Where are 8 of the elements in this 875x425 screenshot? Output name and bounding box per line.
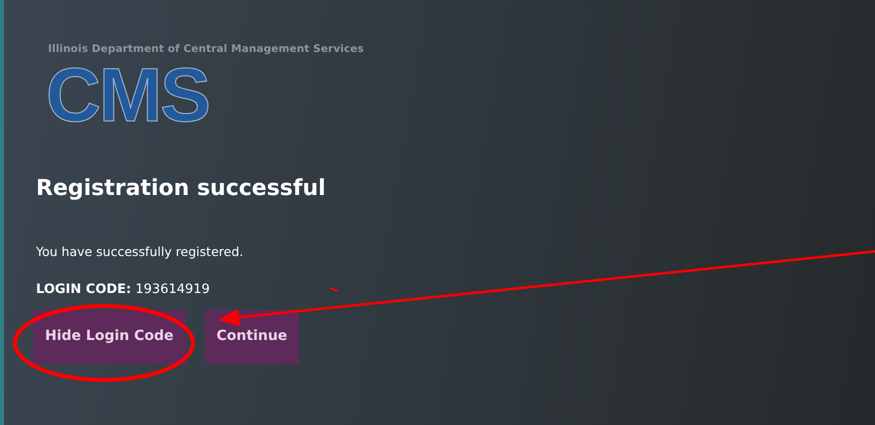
continue-button[interactable]: Continue [204, 310, 300, 364]
logo: CMS [46, 64, 209, 128]
success-message: You have successfully registered. [36, 243, 244, 262]
login-code: LOGIN CODE: 193614919 [36, 281, 210, 300]
agency-name: Illinois Department of Central Management Services [48, 42, 365, 57]
page-heading: Registration successful [36, 175, 327, 204]
hide-code-button[interactable]: Hide Login Code [33, 310, 186, 364]
annotation-mark [330, 287, 338, 292]
